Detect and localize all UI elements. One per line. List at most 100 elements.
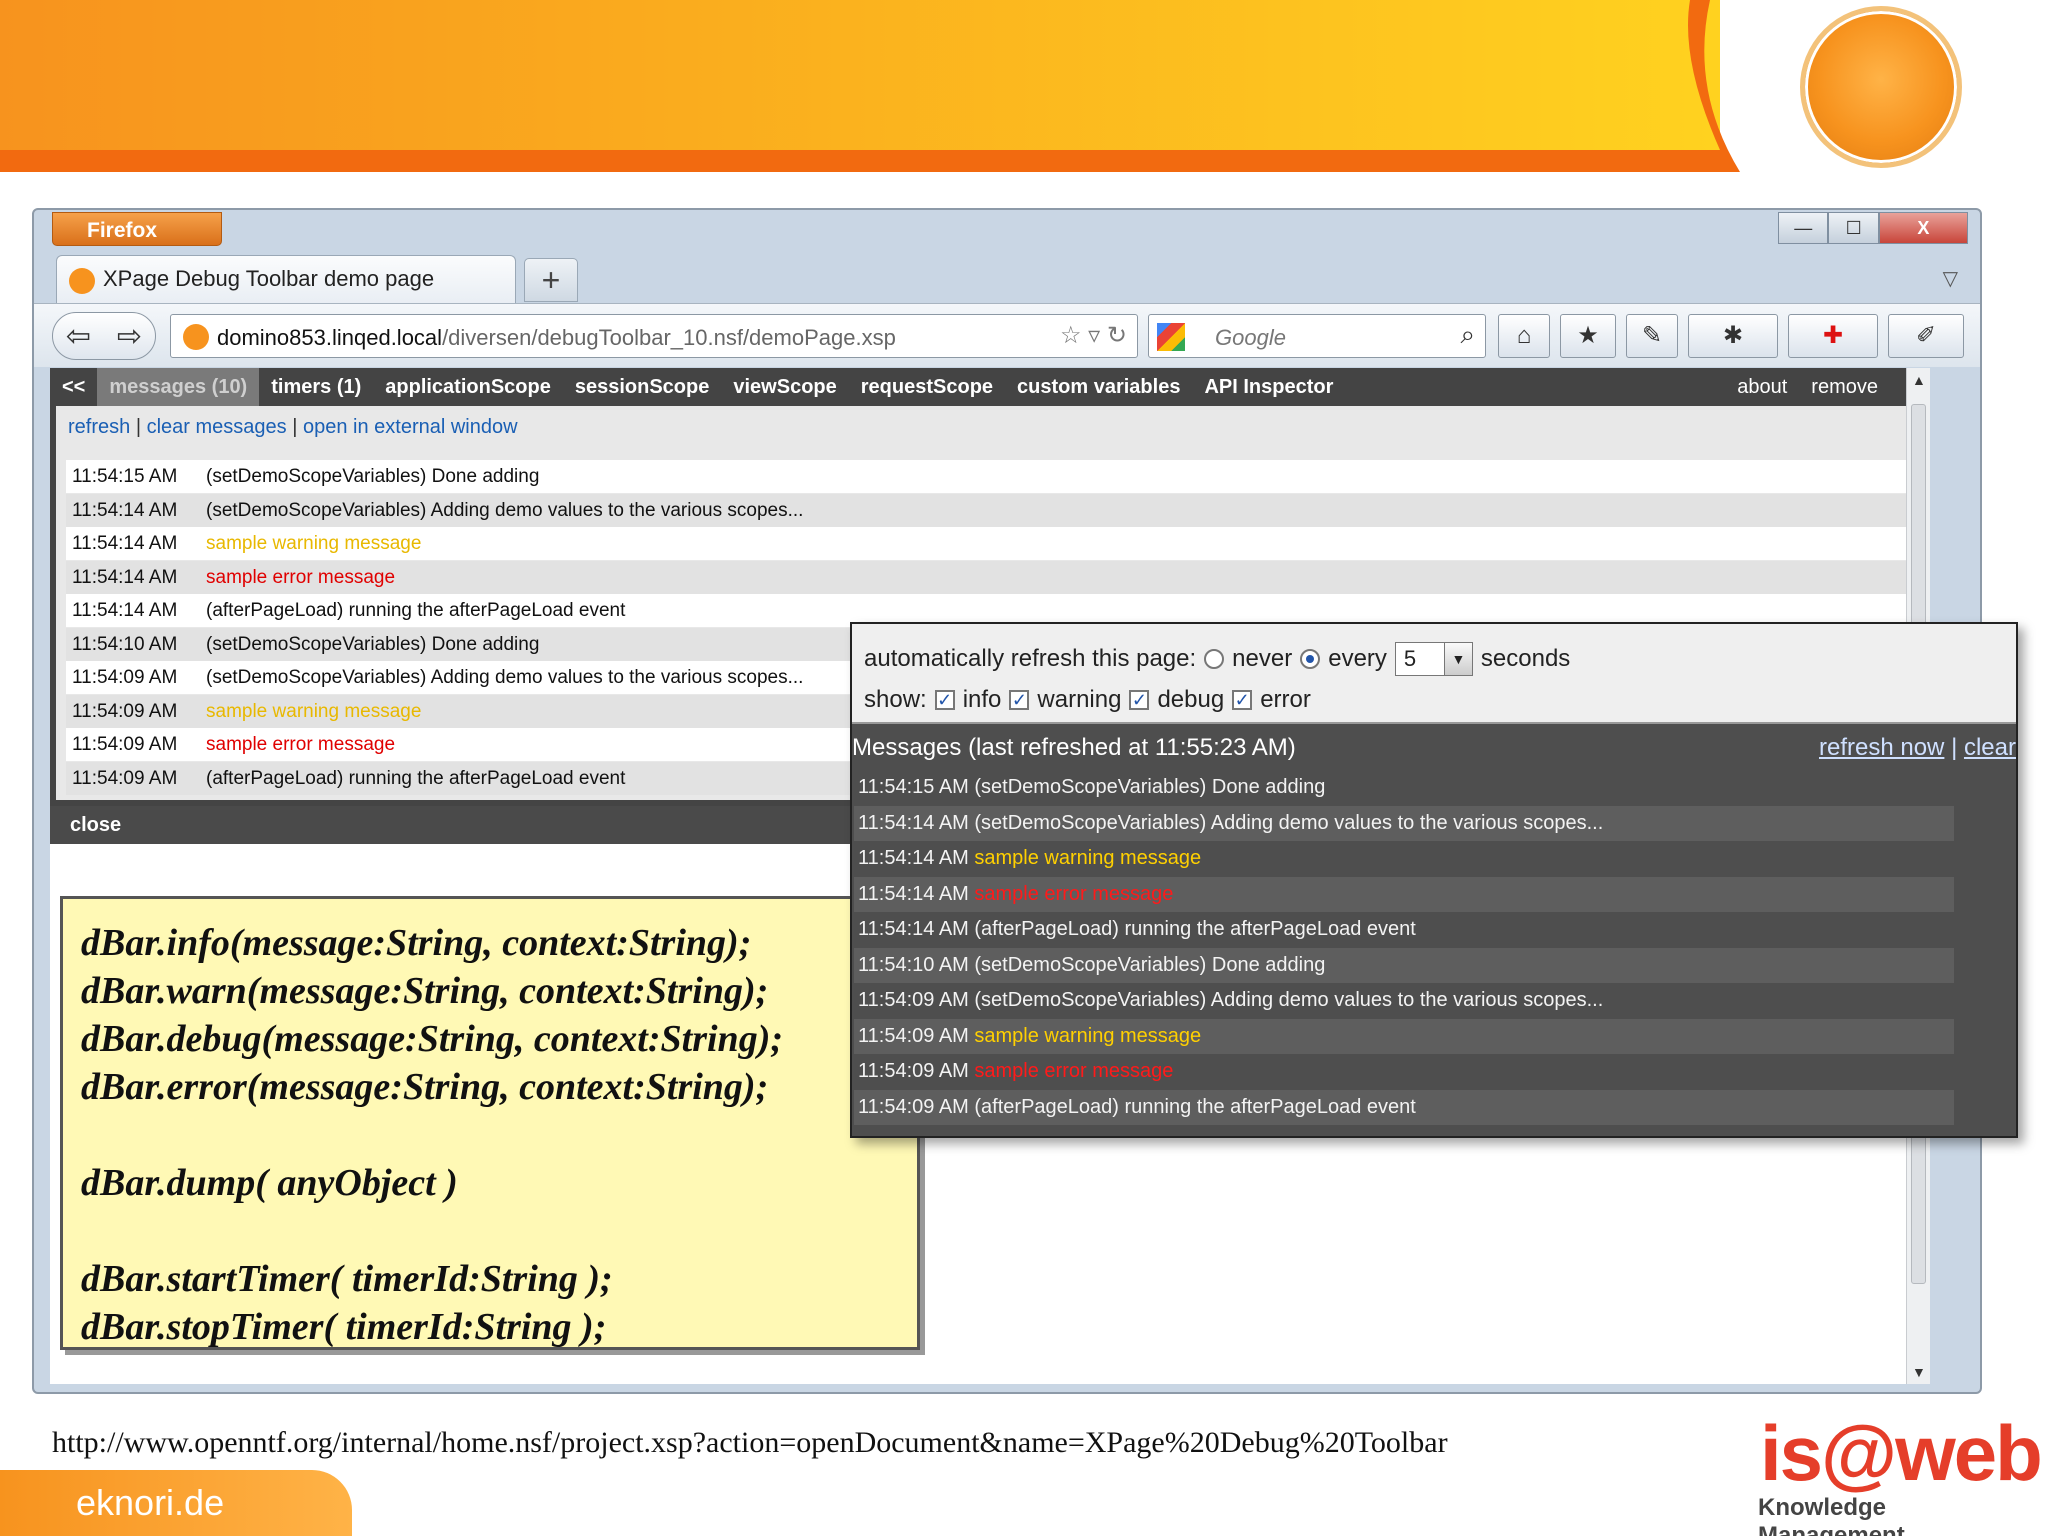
top-banner	[0, 0, 1740, 172]
site-identity-icon	[183, 324, 209, 350]
tab-view-scope[interactable]: viewScope	[721, 368, 848, 406]
remove-link[interactable]: remove	[1799, 368, 1890, 406]
every-radio[interactable]	[1300, 649, 1321, 669]
tools-icon[interactable]: ✐	[1888, 314, 1964, 358]
external-message-row: 11:54:14 AM (afterPageLoad) running the …	[854, 912, 1954, 947]
message-text: (afterPageLoad) running the afterPageLoa…	[974, 918, 1416, 940]
warning-label: warning	[1037, 686, 1122, 713]
bookmarks-menu-icon[interactable]: ★	[1560, 314, 1616, 358]
url-host: domino853.linqed.local	[217, 325, 443, 350]
tab-api-inspector[interactable]: API Inspector	[1192, 368, 1345, 406]
scroll-up-icon[interactable]: ▲	[1912, 372, 1926, 388]
message-row: 11:54:14 AM (setDemoScopeVariables) Addin…	[66, 493, 1916, 527]
external-message-row: 11:54:10 AM (setDemoScopeVariables) Done…	[854, 947, 1954, 983]
new-tab-button[interactable]: +	[524, 258, 578, 302]
warning-checkbox[interactable]: ✓	[1009, 690, 1030, 710]
code-line: dBar.startTimer( timerId:String );	[81, 1258, 613, 1300]
interval-select[interactable]: 5 ▼	[1394, 642, 1473, 676]
tab-application-scope[interactable]: applicationScope	[373, 368, 563, 406]
reload-icon[interactable]: ↻	[1107, 322, 1127, 349]
tab-list-chevron-icon[interactable]: ▽	[1943, 266, 1958, 291]
refresh-now-link[interactable]: refresh now	[1819, 734, 1944, 761]
message-text: sample warning message	[974, 847, 1202, 869]
firefox-menu-button[interactable]: Firefox	[52, 212, 222, 246]
refresh-link[interactable]: refresh	[68, 416, 130, 438]
message-text: (setDemoScopeVariables) Adding demo valu…	[206, 499, 804, 521]
back-forward-buttons: ⇦ ⇨	[52, 312, 156, 360]
search-input[interactable]: Google ⌕	[1148, 314, 1486, 358]
clear-history-icon[interactable]: ✎	[1626, 314, 1678, 358]
collapse-toolbar-button[interactable]: <<	[50, 368, 97, 406]
bookmark-star-icon[interactable]: ☆	[1060, 322, 1082, 349]
error-checkbox[interactable]: ✓	[1232, 690, 1253, 710]
message-text: sample warning message	[206, 533, 422, 554]
navigation-toolbar: ⇦ ⇨ domino853.linqed.local/diversen/debu…	[34, 303, 1980, 367]
message-time: 11:54:15 AM	[72, 466, 178, 487]
search-magnifier-icon[interactable]: ⌕	[1460, 319, 1475, 351]
tab-session-scope[interactable]: sessionScope	[563, 368, 722, 406]
browser-tab[interactable]: XPage Debug Toolbar demo page	[56, 255, 516, 303]
api-code-box: dBar.info(message:String, context:String…	[60, 896, 920, 1350]
external-message-row: 11:54:14 AM sample error message	[854, 876, 1954, 912]
never-radio[interactable]	[1204, 649, 1225, 669]
footer-bar: eknori.de	[0, 1470, 352, 1536]
message-row: 11:54:15 AM (setDemoScopeVariables) Done …	[66, 460, 1916, 493]
tab-custom-variables[interactable]: custom variables	[1005, 368, 1192, 406]
message-time: 11:54:14 AM	[858, 811, 969, 834]
message-time: 11:54:14 AM	[72, 566, 178, 588]
message-text: sample error message	[974, 1060, 1174, 1082]
addon-icon[interactable]: ✚	[1788, 314, 1878, 358]
about-link[interactable]: about	[1725, 368, 1799, 406]
message-text: sample error message	[206, 734, 396, 755]
firebug-icon[interactable]: ✱	[1688, 314, 1778, 358]
open-external-window-link[interactable]: open in external window	[303, 416, 518, 438]
slide: Firefox — ☐ X XPage Debug Toolbar demo p…	[0, 0, 2048, 1536]
seconds-label: seconds	[1480, 645, 1571, 672]
tab-messages[interactable]: messages (10)	[97, 368, 260, 406]
message-time: 11:54:14 AM	[858, 847, 969, 869]
minimize-button[interactable]: —	[1778, 212, 1829, 244]
link-separator: |	[135, 416, 142, 438]
message-row: 11:54:14 AM sample error message	[66, 560, 1916, 594]
message-time: 11:54:09 AM	[858, 1095, 969, 1118]
forward-arrow-icon[interactable]: ⇨	[117, 319, 142, 354]
scroll-down-icon[interactable]: ▼	[1912, 1364, 1926, 1380]
address-bar[interactable]: domino853.linqed.local/diversen/debugToo…	[170, 314, 1138, 358]
external-message-row: 11:54:09 AM sample error message	[854, 1054, 1954, 1089]
home-icon[interactable]: ⌂	[1498, 314, 1550, 358]
clear-link[interactable]: clear	[1964, 734, 2016, 761]
message-text: sample error message	[974, 882, 1174, 905]
never-label: never	[1232, 645, 1293, 672]
message-time: 11:54:14 AM	[858, 918, 969, 940]
code-line: dBar.error(message:String, context:Strin…	[81, 1066, 769, 1108]
message-time: 11:54:09 AM	[72, 700, 178, 722]
google-engine-icon[interactable]	[1157, 323, 1185, 351]
clear-messages-link[interactable]: clear messages	[147, 416, 287, 438]
message-time: 11:54:09 AM	[858, 1024, 969, 1047]
debug-checkbox[interactable]: ✓	[1129, 690, 1150, 710]
close-window-button[interactable]: X	[1878, 212, 1968, 244]
tab-request-scope[interactable]: requestScope	[849, 368, 1005, 406]
code-line: dBar.info(message:String, context:String…	[81, 922, 752, 964]
back-arrow-icon[interactable]: ⇦	[66, 319, 91, 354]
message-text: (afterPageLoad) running the afterPageLoa…	[206, 767, 626, 789]
message-time: 11:54:14 AM	[72, 533, 178, 554]
history-dropdown-icon[interactable]: ▿	[1088, 322, 1100, 349]
external-message-row: 11:54:15 AM (setDemoScopeVariables) Done…	[854, 770, 1954, 805]
toolbar-right-links: about remove	[1725, 368, 1890, 406]
project-url: http://www.openntf.org/internal/home.nsf…	[52, 1426, 1448, 1459]
maximize-button[interactable]: ☐	[1828, 212, 1879, 244]
chevron-down-icon[interactable]: ▼	[1443, 643, 1472, 675]
info-checkbox[interactable]: ✓	[934, 690, 955, 710]
message-time: 11:54:14 AM	[72, 499, 178, 521]
isweb-logo: is@web Knowledge Management	[1756, 1408, 2043, 1536]
message-time: 11:54:09 AM	[72, 767, 178, 789]
external-message-row: 11:54:09 AM (setDemoScopeVariables) Addi…	[854, 983, 1954, 1018]
message-time: 11:54:09 AM	[72, 667, 178, 688]
messages-title-text: Messages	[852, 734, 962, 761]
lotus-logo-icon	[1800, 6, 1962, 168]
tab-timers[interactable]: timers (1)	[259, 368, 373, 406]
external-message-list: 11:54:15 AM (setDemoScopeVariables) Done…	[854, 770, 1954, 1130]
link-separator: |	[292, 416, 298, 438]
message-time: 11:54:14 AM	[72, 600, 178, 621]
